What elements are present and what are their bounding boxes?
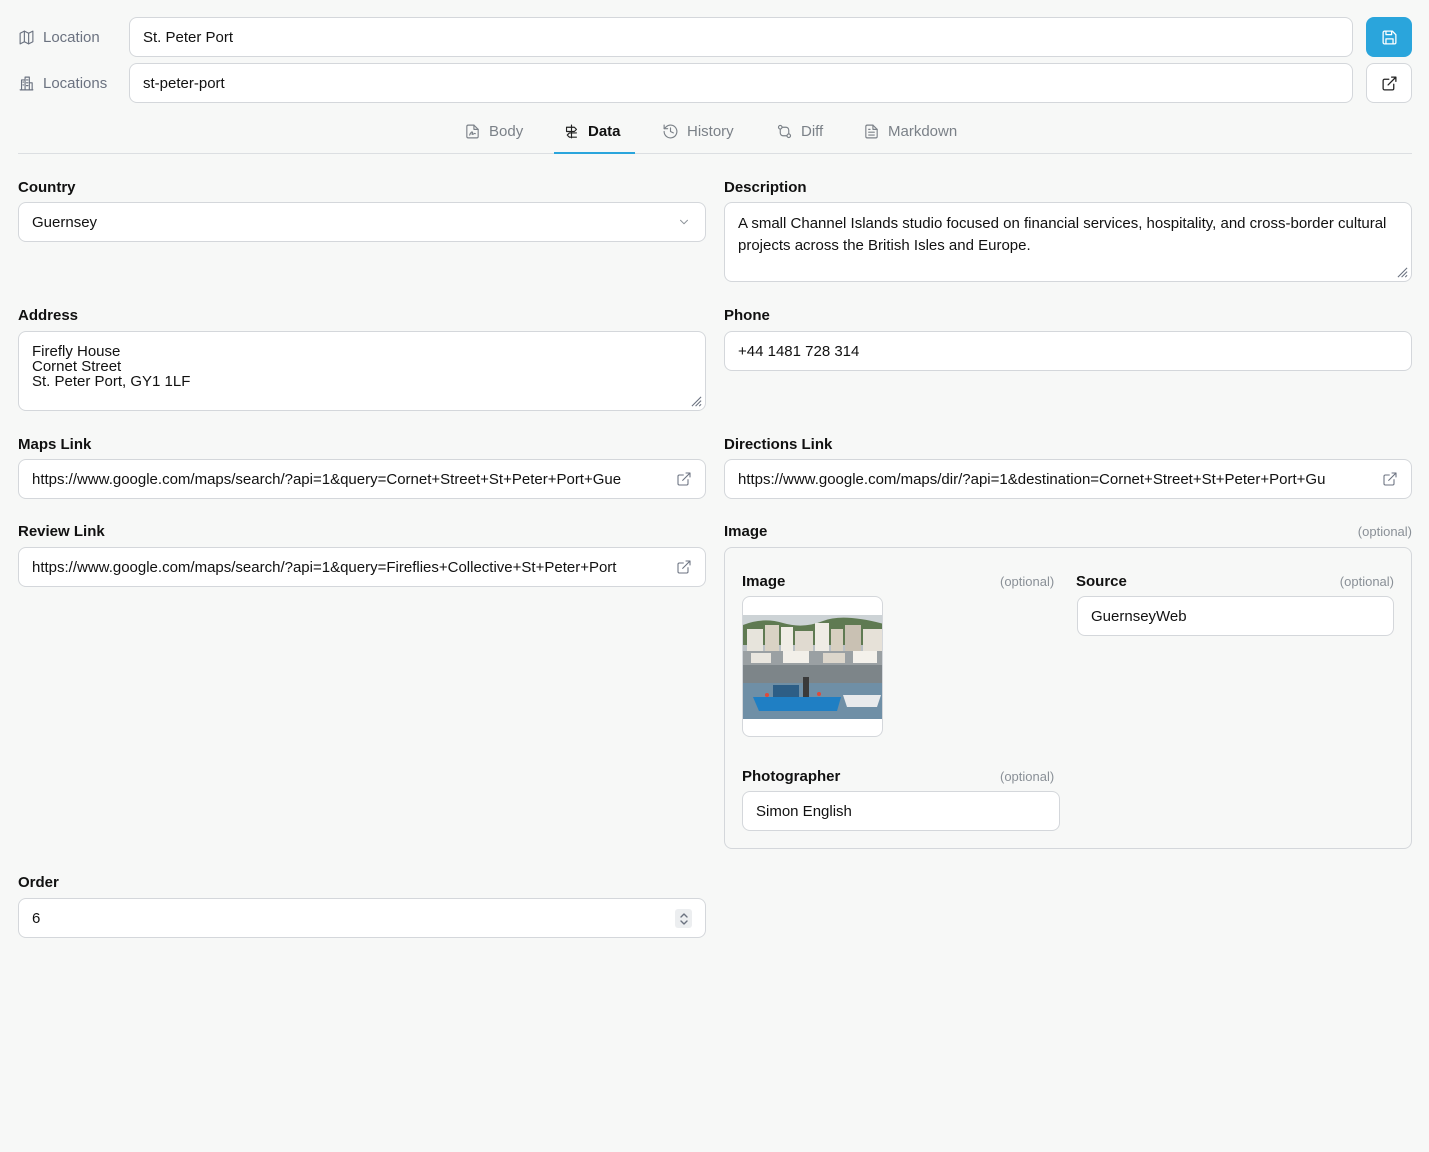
photographer-optional: (optional) [1000,769,1055,784]
chevron-up-down-icon [679,912,688,925]
description-textarea[interactable]: A small Channel Islands studio focused o… [724,202,1412,282]
image-optional: (optional) [1000,574,1055,589]
save-icon [1381,29,1397,45]
git-compare-icon [777,124,792,138]
chevron-down-icon [680,219,688,225]
external-link-icon[interactable] [676,559,692,575]
slug-input[interactable]: st-peter-port [129,63,1353,103]
tab-data[interactable]: Data [563,109,621,153]
map-icon [19,30,34,44]
order-stepper[interactable] [675,909,692,928]
external-link-icon[interactable] [676,471,692,487]
harbour-photo [743,615,882,719]
active-tab-indicator [554,152,635,154]
location-label: Location [18,27,100,47]
maps-link-label: Maps Link [18,436,92,453]
tab-markdown[interactable]: Markdown [863,109,957,153]
order-number-input[interactable]: 6 [18,898,706,938]
source-label: Source [1076,573,1127,590]
tab-bar: Body Data History Diff Markdown [18,109,1412,154]
image-group-label: Image [724,523,768,540]
image-label: Image [742,573,786,590]
phone-input[interactable]: +44 1481 728 314 [724,331,1412,371]
locations-breadcrumb[interactable]: Locations [18,73,107,93]
history-icon [663,124,678,138]
description-label: Description [724,179,807,196]
image-group-optional: (optional) [1357,524,1412,539]
address-label: Address [18,307,79,324]
external-link-icon [1381,75,1397,91]
photographer-input[interactable]: Simon English [742,791,1060,831]
file-signature-icon [466,124,479,138]
country-select[interactable]: Guernsey [18,202,706,242]
review-link-label: Review Link [18,523,105,540]
phone-label: Phone [724,307,770,324]
file-text-icon [865,124,878,138]
save-button[interactable] [1366,17,1412,57]
review-link-input[interactable]: https://www.google.com/maps/search/?api=… [18,547,706,587]
tab-history[interactable]: History [662,109,734,153]
country-label: Country [18,179,76,196]
source-input[interactable]: GuernseyWeb [1077,596,1394,636]
tab-body[interactable]: Body [464,109,523,153]
image-thumbnail[interactable] [742,596,883,737]
location-title-input[interactable]: St. Peter Port [129,17,1353,57]
signpost-icon [565,124,578,138]
maps-link-input[interactable]: https://www.google.com/maps/search/?api=… [18,459,706,499]
directions-link-input[interactable]: https://www.google.com/maps/dir/?api=1&d… [724,459,1412,499]
building-icon [19,76,34,90]
tab-diff[interactable]: Diff [776,109,823,153]
resize-grip-icon[interactable] [1397,267,1408,278]
open-page-button[interactable] [1366,63,1412,103]
address-textarea[interactable]: Firefly House Cornet Street St. Peter Po… [18,331,706,411]
order-label: Order [18,874,59,891]
image-group-panel: Image (optional) Source (optional) Guern… [724,547,1412,849]
directions-link-label: Directions Link [724,436,833,453]
photographer-label: Photographer [742,768,841,785]
external-link-icon[interactable] [1382,471,1398,487]
resize-grip-icon[interactable] [691,396,702,407]
source-optional: (optional) [1339,574,1394,589]
